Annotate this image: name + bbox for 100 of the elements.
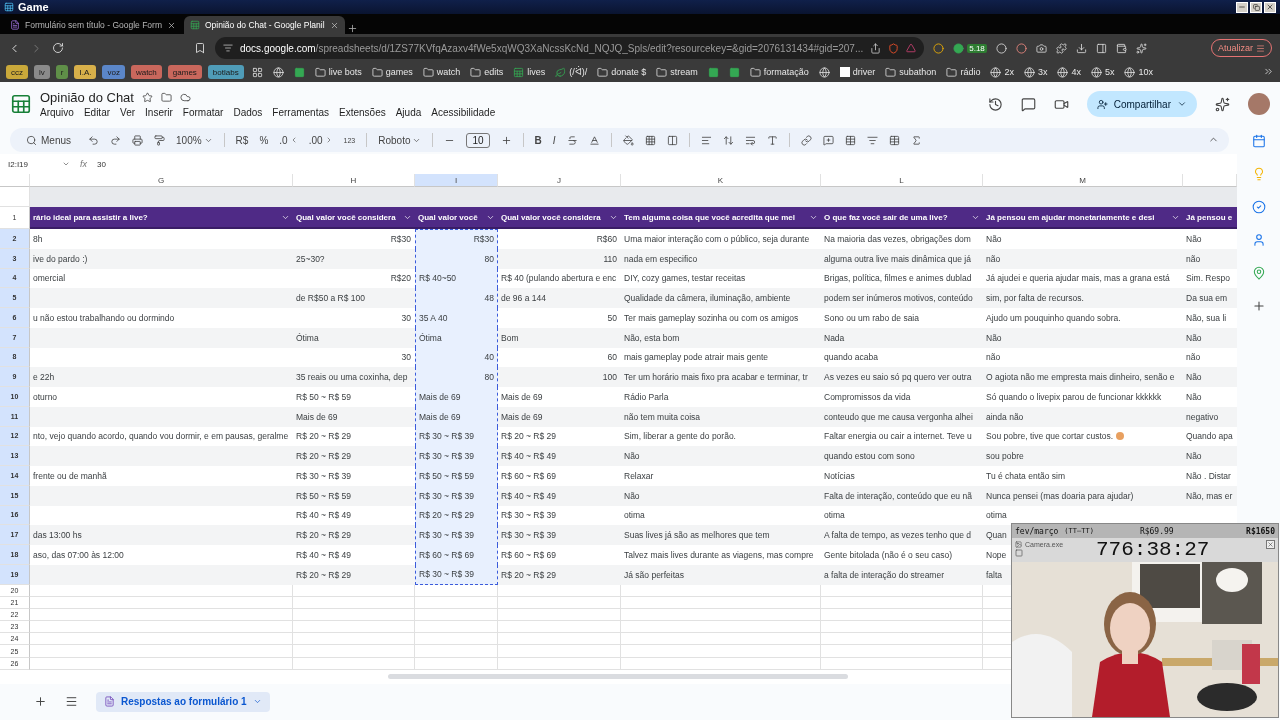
bookmark-chip[interactable]: games	[167, 65, 202, 79]
column-title[interactable]: Qual valor você considera	[293, 207, 415, 229]
cell-text: Bom	[501, 332, 519, 343]
menu-item[interactable]: Ajuda	[395, 107, 422, 118]
column-header[interactable]: L	[821, 174, 983, 187]
bookmark-chip[interactable]: watch	[130, 65, 162, 79]
column-title[interactable]: O que faz você sair de uma live?	[821, 207, 983, 229]
column-title[interactable]: Qual valor você considera	[498, 207, 621, 229]
column-header[interactable]: G	[30, 174, 293, 187]
cell-text: Não	[986, 332, 1002, 343]
bookmark-chip[interactable]: lv	[34, 65, 50, 79]
percent-button[interactable]: %	[259, 134, 269, 146]
menu-item[interactable]: Ferramentas	[272, 107, 329, 118]
menu-item[interactable]: Arquivo	[40, 107, 74, 118]
column-header[interactable]: K	[621, 174, 821, 187]
bookmark-chip[interactable]: botlabs	[207, 65, 244, 79]
cell-text: 30	[401, 312, 411, 323]
formula-field[interactable]: 30	[97, 159, 106, 169]
bookmark-item[interactable]: formatação	[747, 64, 811, 80]
bookmark-item[interactable]: driver	[837, 64, 878, 80]
browser-tab[interactable]: Opinião do Chat - Google Planil	[184, 16, 345, 34]
bookmark-chip[interactable]: voz	[102, 65, 125, 79]
cell-text: Suas lives já são as melhores que tem	[624, 530, 770, 541]
cell-text: 110	[603, 253, 617, 264]
menu-item[interactable]: Inserir	[145, 107, 173, 118]
bookmark-item[interactable]: rádio	[944, 64, 983, 80]
column-title[interactable]: Qual valor você	[415, 207, 498, 229]
bookmark-item[interactable]: 2x	[988, 64, 1016, 80]
cell-text: R$ 30 ~ R$ 39	[419, 431, 475, 442]
bookmark-item[interactable]: subathon	[883, 64, 939, 80]
cell-text: nto, vejo quando acordo, quando vou dormir, e em pausas, geralme	[33, 431, 289, 442]
cell-text: omercial	[33, 273, 66, 284]
address-field[interactable]: docs.google.com/spreadsheets/d/1ZS77KVfqAzaxv4fWe5xqWQ3XaNcssKcNd_NQJQ_Spls/edit?resourcekey=&gid=2076131434#gid=207...	[215, 37, 925, 59]
cell-text: 8h	[33, 233, 43, 244]
column-header[interactable]: I	[415, 174, 498, 187]
column-header[interactable]: H	[293, 174, 415, 187]
bold-button[interactable]: B	[534, 134, 542, 146]
currency-button[interactable]: R$	[235, 134, 249, 146]
cell-text: Mais de 69	[501, 391, 543, 402]
column-title[interactable]: Já pensou e	[1183, 207, 1237, 229]
cell-text: Não	[1186, 451, 1202, 462]
browser-tab[interactable]: Formulário sem título - Google Form	[4, 16, 182, 34]
bookmark-item[interactable]: watch	[420, 64, 463, 80]
bookmark-item[interactable]: lives	[511, 64, 548, 80]
column-title[interactable]: rário ideal para assistir a live?	[30, 207, 293, 229]
cell-text: não	[1186, 253, 1201, 264]
window-title: Game	[18, 1, 49, 13]
zoom-select[interactable]: 100%	[176, 134, 213, 146]
font-select[interactable]: Roboto	[378, 134, 422, 146]
decrease-decimals-button[interactable]: .0	[279, 134, 298, 146]
column-header[interactable]: J	[498, 174, 621, 187]
bookmark-item[interactable]: edits	[468, 64, 506, 80]
bookmark-item[interactable]: 3x	[1021, 64, 1050, 80]
search-menus-button[interactable]: Menus	[20, 132, 77, 148]
document-title[interactable]: Opinião do Chat	[40, 90, 134, 105]
cell-text: 35 reais ou uma coxinha, dep	[296, 372, 408, 383]
cell-text: Ter mais gameplay sozinha ou com os amigos	[624, 312, 799, 323]
bookmark-item[interactable]: donate $	[595, 64, 649, 80]
font-size-field[interactable]: 10	[466, 132, 490, 148]
bookmark-item[interactable]: (/ᐛ)/	[553, 64, 590, 80]
bookmark-item[interactable]: 10x	[1122, 64, 1155, 80]
cell-text: Rádio Parla	[624, 391, 669, 402]
column-title[interactable]: Já pensou em ajudar monetariamente e desi	[983, 207, 1183, 229]
cell-text: Notícias	[824, 470, 855, 481]
cell-text: R$ 50 ~ R$ 59	[296, 490, 352, 501]
cell-text: R$ 40 ~ R$ 49	[296, 510, 352, 521]
sheet-tab[interactable]: Respostas ao formulário 1	[96, 691, 270, 712]
bookmark-chip[interactable]: ccz	[6, 65, 28, 79]
cell-text: não tem muita coisa	[624, 411, 701, 422]
increase-decimals-button[interactable]: .00	[308, 134, 333, 146]
bookmark-item[interactable]: 4x	[1055, 64, 1083, 80]
bookmark-item[interactable]: 5x	[1088, 64, 1117, 80]
menu-item[interactable]: Editar	[83, 107, 111, 118]
menu-item[interactable]: Acessibilidade	[431, 107, 496, 118]
cell-text: otima	[624, 510, 645, 521]
period-label: fev/março	[1015, 526, 1059, 536]
menu-item[interactable]: Formatar	[182, 107, 224, 118]
cell-text: ainda não	[986, 411, 1024, 422]
italic-button[interactable]: I	[552, 134, 556, 146]
cell-text: A falta de tempo, as vezes tenho que d	[824, 530, 971, 541]
bookmark-item[interactable]: games	[369, 64, 415, 80]
bookmark-item[interactable]: stream	[654, 64, 700, 80]
name-box[interactable]: I2:I19	[8, 159, 70, 169]
cell-text: falta	[986, 569, 1003, 580]
cell-text: Ótima	[419, 332, 442, 343]
cell-text: As vezes eu saio só pq quero ver outra	[824, 372, 972, 383]
cell-text: Falta de interação, conteúdo que eu nã	[824, 490, 972, 501]
bookmark-chip[interactable]: I.A.	[74, 65, 97, 79]
cell-text: Não	[1186, 332, 1202, 343]
menu-item[interactable]: Extensões	[339, 107, 386, 118]
share-button[interactable]: Compartilhar	[1086, 91, 1197, 117]
menu-item[interactable]: Ver	[120, 107, 136, 118]
menu-item[interactable]: Dados	[233, 107, 263, 118]
cell-text: R$30	[390, 233, 411, 244]
bookmark-item[interactable]: live bots	[312, 64, 364, 80]
cell-text: Sou pobre, tive que cortar custos.	[986, 431, 1114, 442]
column-header[interactable]: M	[983, 174, 1183, 187]
column-title[interactable]: Tem alguma coisa que você acredita que mel	[621, 207, 821, 229]
bookmark-chip[interactable]: r	[55, 65, 69, 79]
cell-text: Não, mas er	[1186, 490, 1233, 501]
